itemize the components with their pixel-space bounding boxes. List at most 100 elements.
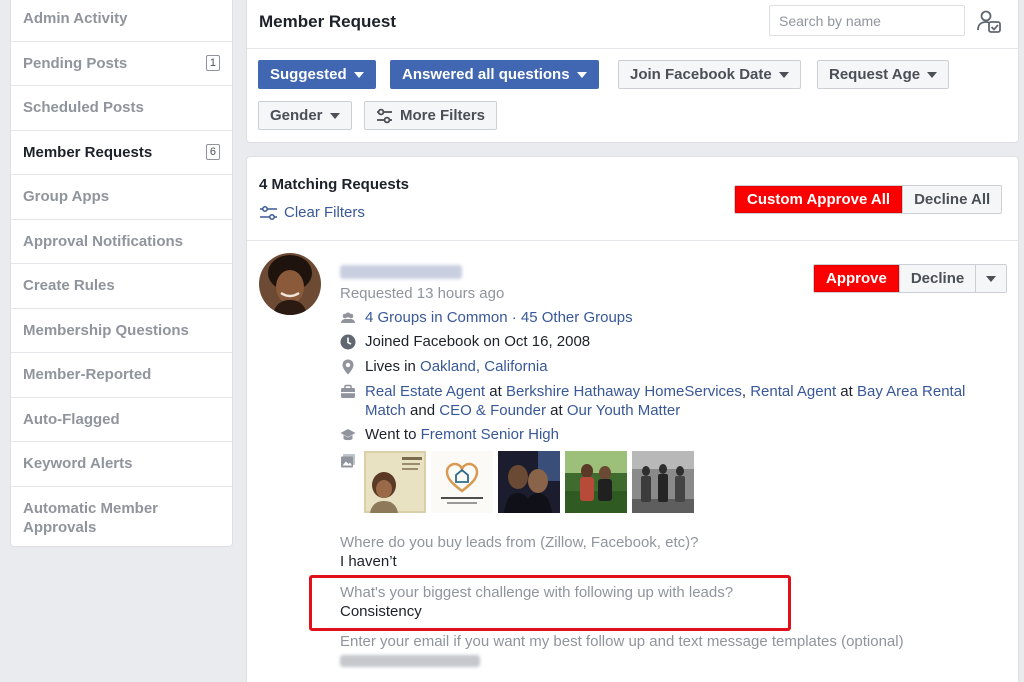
- filter-label: Join Facebook Date: [630, 66, 772, 83]
- request-age-filter-button[interactable]: Request Age: [817, 60, 950, 89]
- photo-thumbnail-image: [498, 451, 560, 513]
- education-row: Went to Fremont Senior High: [340, 426, 559, 445]
- clear-filters-label: Clear Filters: [284, 204, 365, 221]
- sidebar-item-label: Create Rules: [23, 277, 115, 295]
- photo-strip: [364, 451, 694, 513]
- answered-questions-filter-button[interactable]: Answered all questions: [390, 60, 599, 89]
- separator: ·: [507, 309, 521, 326]
- divider: [247, 240, 1018, 241]
- sidebar-item-admin-activity[interactable]: Admin Activity: [11, 0, 232, 42]
- employer-link[interactable]: Our Youth Matter: [567, 402, 680, 419]
- request-actions: Approve Decline: [813, 264, 1008, 293]
- matching-requests-count: 4 Matching Requests: [259, 176, 410, 193]
- caret-down-icon: [576, 71, 587, 78]
- joined-facebook-row: Joined Facebook on Oct 16, 2008: [340, 333, 590, 352]
- sliders-icon: [260, 205, 277, 220]
- avatar[interactable]: [259, 253, 321, 315]
- selfie-thumbnail[interactable]: [498, 451, 560, 513]
- sidebar-item-scheduled-posts[interactable]: Scheduled Posts: [11, 86, 232, 131]
- sidebar-item-label: Member Requests: [23, 143, 153, 161]
- photo-thumbnail-image: [632, 451, 694, 513]
- sidebar-item-create-rules[interactable]: Create Rules: [11, 264, 232, 309]
- sidebar-item-group-apps[interactable]: Group Apps: [11, 175, 232, 220]
- location-pin-icon: [342, 359, 354, 375]
- sidebar-item-label: Admin Activity: [23, 10, 128, 28]
- join-date-filter-button[interactable]: Join Facebook Date: [618, 60, 801, 89]
- work-text: at: [485, 383, 506, 400]
- gender-filter-button[interactable]: Gender: [258, 101, 352, 130]
- employer-link[interactable]: Match: [365, 402, 406, 419]
- sliders-icon: [377, 108, 392, 123]
- groups-in-common-row: 4 Groups in Common · 45 Other Groups: [340, 309, 633, 328]
- logo-thumbnail[interactable]: [431, 451, 493, 513]
- sidebar-item-automatic-member-approvals[interactable]: Automatic Member Approvals: [11, 487, 232, 549]
- groups-in-common-link[interactable]: 4 Groups in Common: [365, 309, 508, 326]
- sidebar-item-member-requests[interactable]: Member Requests 6: [11, 131, 232, 175]
- filter-label: More Filters: [400, 107, 486, 124]
- count-badge: 6: [205, 144, 220, 161]
- custom-approve-all-button[interactable]: Custom Approve All: [735, 186, 903, 213]
- sidebar-item-pending-posts[interactable]: Pending Posts 1: [11, 42, 232, 86]
- admin-sidebar: Admin Activity Pending Posts 1 Scheduled …: [10, 0, 233, 547]
- sidebar-item-keyword-alerts[interactable]: Keyword Alerts: [11, 442, 232, 487]
- decline-button[interactable]: Decline: [898, 265, 976, 292]
- lives-prefix: Lives in: [365, 358, 421, 375]
- sidebar-item-label: Automatic Member Approvals: [23, 499, 159, 536]
- filter-label: Suggested: [270, 66, 347, 83]
- job-title-link[interactable]: Real Estate Agent: [365, 383, 485, 400]
- sidebar-item-label: Scheduled Posts: [23, 99, 144, 117]
- sidebar-item-auto-flagged[interactable]: Auto-Flagged: [11, 398, 232, 442]
- employer-link[interactable]: Bay Area Rental: [857, 383, 965, 400]
- photo-thumbnail-image: [431, 451, 493, 513]
- search-input[interactable]: [769, 5, 965, 36]
- other-groups-link[interactable]: 45 Other Groups: [521, 309, 633, 326]
- suggested-filter-button[interactable]: Suggested: [258, 60, 376, 89]
- sidebar-item-label: Membership Questions: [23, 321, 189, 339]
- count-badge: 1: [205, 55, 220, 72]
- member-request-header: Member Request Suggested Answered all qu…: [246, 0, 1019, 143]
- sidebar-item-label: Member-Reported: [23, 366, 152, 384]
- sidebar-item-membership-questions[interactable]: Membership Questions: [11, 309, 232, 353]
- briefcase-icon: [341, 384, 355, 398]
- caret-down-icon: [329, 112, 340, 119]
- job-title-link[interactable]: Rental Agent: [750, 383, 836, 400]
- outdoor-photo-thumbnail[interactable]: [565, 451, 627, 513]
- work-text: and: [405, 401, 440, 419]
- location-link[interactable]: Oakland, California: [420, 358, 548, 375]
- decline-all-button[interactable]: Decline All: [902, 186, 1002, 213]
- photos-icon: [341, 454, 355, 468]
- profile-photo-thumbnail[interactable]: [364, 451, 426, 513]
- graduation-cap-icon: [340, 429, 356, 441]
- sidebar-item-member-reported[interactable]: Member-Reported: [11, 353, 232, 398]
- work-row: Real Estate Agent at Berkshire Hathaway …: [340, 383, 1010, 420]
- sidebar-item-approval-notifications[interactable]: Approval Notifications: [11, 220, 232, 264]
- member-settings-icon[interactable]: [976, 9, 1002, 35]
- job-title-link[interactable]: CEO & Founder: [439, 402, 546, 419]
- joined-date: Joined Facebook on Oct 16, 2008: [365, 333, 591, 350]
- work-text: ,: [741, 383, 751, 400]
- sidebar-item-label: Group Apps: [23, 188, 110, 206]
- clear-filters-link[interactable]: Clear Filters: [259, 204, 365, 221]
- request-time: Requested 13 hours ago: [340, 285, 505, 302]
- filter-label: Gender: [270, 107, 323, 124]
- bulk-actions: Custom Approve All Decline All: [734, 185, 1003, 214]
- member-name-blurred[interactable]: [340, 265, 462, 279]
- more-filters-button[interactable]: More Filters: [364, 101, 498, 130]
- black-and-white-photo-thumbnail[interactable]: [632, 451, 694, 513]
- school-link[interactable]: Fremont Senior High: [421, 426, 559, 443]
- divider: [247, 48, 1018, 49]
- people-icon: [341, 312, 355, 323]
- more-options-button[interactable]: [975, 265, 1007, 292]
- caret-down-icon: [353, 71, 364, 78]
- caret-down-icon: [778, 71, 789, 78]
- sidebar-item-label: Approval Notifications: [23, 232, 184, 250]
- membership-question: Where do you buy leads from (Zillow, Fac…: [340, 534, 699, 551]
- page-title: Member Request: [259, 12, 396, 31]
- caret-down-icon: [927, 71, 938, 78]
- sidebar-item-label: Pending Posts: [23, 54, 128, 72]
- employer-link[interactable]: Berkshire Hathaway HomeServices: [506, 383, 742, 400]
- clock-icon: [340, 334, 356, 350]
- education-prefix: Went to: [365, 426, 421, 443]
- approve-button[interactable]: Approve: [814, 265, 899, 292]
- lives-in-row: Lives in Oakland, California: [340, 358, 548, 377]
